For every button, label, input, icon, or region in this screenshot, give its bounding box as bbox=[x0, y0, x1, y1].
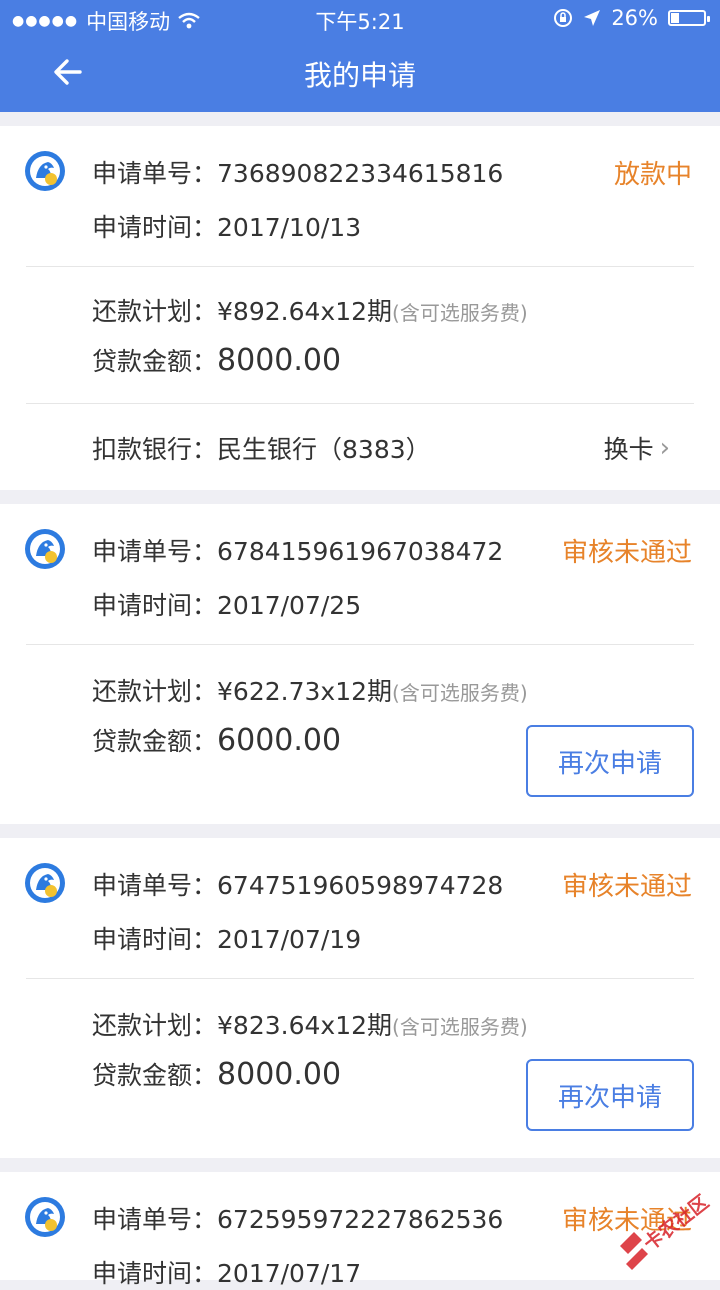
repayment-plan-label: 还款计划： bbox=[92, 297, 218, 326]
reapply-button[interactable]: 再次申请 bbox=[526, 725, 694, 797]
application-number: 674751960598974728 bbox=[217, 871, 504, 900]
application-number: 678415961967038472 bbox=[217, 537, 504, 566]
status-right: 26% bbox=[553, 6, 710, 30]
nav-bar: 我的申请 bbox=[0, 36, 720, 112]
brand-logo-icon bbox=[24, 150, 66, 192]
loan-amount: 8000.00 bbox=[217, 343, 342, 378]
application-number-row: 申请单号：678415961967038472 bbox=[92, 532, 503, 568]
repayment-plan: ¥892.64x12期 bbox=[217, 297, 393, 326]
application-time: 2017/07/19 bbox=[217, 925, 362, 954]
application-number-row: 申请单号：672595972227862536 bbox=[92, 1200, 503, 1236]
repayment-plan: ¥622.73x12期 bbox=[217, 677, 393, 706]
battery-icon bbox=[668, 10, 710, 26]
application-time-label: 申请时间： bbox=[92, 1259, 218, 1288]
application-time-row: 申请时间：2017/07/17 bbox=[92, 1254, 361, 1290]
loan-amount: 8000.00 bbox=[217, 1057, 342, 1092]
application-time-row: 申请时间：2017/07/19 bbox=[92, 920, 361, 956]
status-bar: ●●●●● 中国移动 下午5:21 26% bbox=[0, 0, 720, 36]
loan-amount-row: 贷款金额：8000.00 bbox=[92, 1056, 341, 1092]
brand-logo-icon bbox=[24, 528, 66, 570]
application-number-label: 申请单号： bbox=[92, 537, 218, 566]
repayment-plan-row: 还款计划：¥622.73x12期(含可选服务费) bbox=[92, 672, 528, 708]
status-badge: 审核未通过 bbox=[561, 538, 692, 568]
service-fee-note: (含可选服务费) bbox=[392, 1015, 528, 1039]
debit-bank-row: 扣款银行：民生银行（8383） bbox=[92, 430, 431, 466]
application-number-label: 申请单号： bbox=[92, 159, 218, 188]
watermark-logo-icon: 卡农社区 bbox=[620, 1190, 712, 1270]
loan-amount-label: 贷款金额： bbox=[92, 727, 218, 756]
divider bbox=[26, 403, 694, 404]
divider bbox=[26, 644, 694, 645]
chevron-right-icon: › bbox=[659, 433, 670, 463]
application-number-label: 申请单号： bbox=[92, 1205, 218, 1234]
application-card[interactable]: 申请单号：674751960598974728 审核未通过 申请时间：2017/… bbox=[0, 838, 720, 1158]
loan-amount: 6000.00 bbox=[217, 723, 342, 758]
application-number-row: 申请单号：674751960598974728 bbox=[92, 866, 503, 902]
change-card-label: 换卡 bbox=[603, 435, 654, 464]
application-time-label: 申请时间： bbox=[92, 925, 218, 954]
brand-logo-icon bbox=[24, 1196, 66, 1238]
status-badge: 审核未通过 bbox=[561, 872, 692, 902]
application-time: 2017/07/17 bbox=[217, 1259, 362, 1288]
repayment-plan-label: 还款计划： bbox=[92, 677, 218, 706]
application-number-row: 申请单号：736890822334615816 bbox=[92, 154, 503, 190]
battery-fill bbox=[671, 13, 680, 23]
debit-bank-label: 扣款银行： bbox=[92, 435, 218, 464]
application-time-row: 申请时间：2017/07/25 bbox=[92, 586, 361, 622]
loan-amount-row: 贷款金额：6000.00 bbox=[92, 722, 341, 758]
application-number-label: 申请单号： bbox=[92, 871, 218, 900]
application-time-label: 申请时间： bbox=[92, 591, 218, 620]
loan-amount-label: 贷款金额： bbox=[92, 347, 218, 376]
application-card[interactable]: 申请单号：678415961967038472 审核未通过 申请时间：2017/… bbox=[0, 504, 720, 824]
brand-logo-icon bbox=[24, 862, 66, 904]
application-time-label: 申请时间： bbox=[92, 213, 218, 242]
application-number: 672595972227862536 bbox=[217, 1205, 504, 1234]
rotation-lock-icon bbox=[554, 9, 573, 27]
application-number: 736890822334615816 bbox=[217, 159, 504, 188]
top-bar: ●●●●● 中国移动 下午5:21 26% 我的申请 bbox=[0, 0, 720, 112]
service-fee-note: (含可选服务费) bbox=[392, 681, 528, 705]
watermark-text: 卡农社区 bbox=[639, 1190, 712, 1255]
status-badge: 放款中 bbox=[613, 160, 692, 190]
loan-amount-label: 贷款金额： bbox=[92, 1061, 218, 1090]
repayment-plan-label: 还款计划： bbox=[92, 1011, 218, 1040]
service-fee-note: (含可选服务费) bbox=[392, 301, 528, 325]
repayment-plan-row: 还款计划：¥892.64x12期(含可选服务费) bbox=[92, 292, 528, 328]
repayment-plan: ¥823.64x12期 bbox=[217, 1011, 393, 1040]
battery-percent: 26% bbox=[611, 6, 658, 30]
divider bbox=[26, 266, 694, 267]
page-title: 我的申请 bbox=[303, 59, 416, 92]
loan-amount-row: 贷款金额：8000.00 bbox=[92, 342, 341, 378]
debit-bank: 民生银行（8383） bbox=[217, 435, 431, 464]
change-card-link[interactable]: 换卡 › bbox=[604, 430, 670, 466]
reapply-button[interactable]: 再次申请 bbox=[526, 1059, 694, 1131]
application-card[interactable]: 申请单号：736890822334615816 放款中 申请时间：2017/10… bbox=[0, 126, 720, 490]
location-arrow-icon bbox=[584, 10, 601, 26]
application-time-row: 申请时间：2017/10/13 bbox=[92, 208, 361, 244]
application-time: 2017/10/13 bbox=[217, 213, 362, 242]
repayment-plan-row: 还款计划：¥823.64x12期(含可选服务费) bbox=[92, 1006, 528, 1042]
application-time: 2017/07/25 bbox=[217, 591, 362, 620]
divider bbox=[26, 978, 694, 979]
